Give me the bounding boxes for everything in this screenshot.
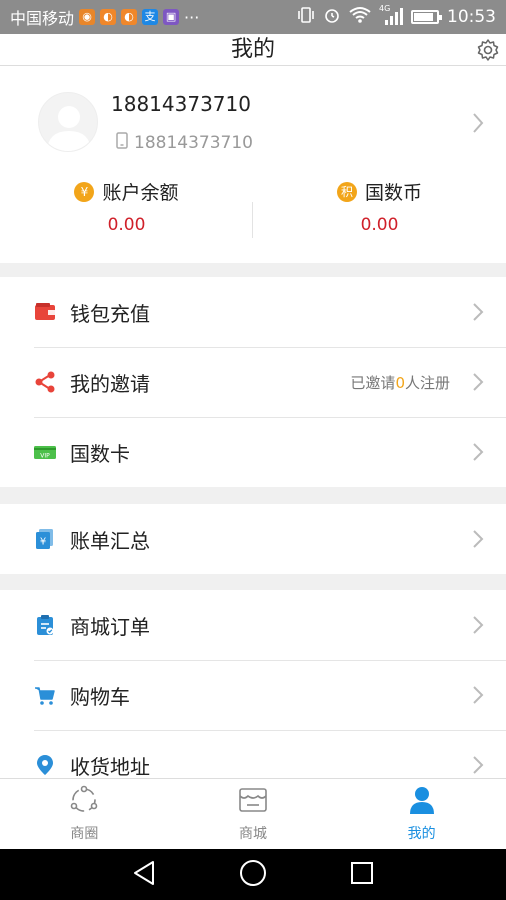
menu-item-wallet-recharge[interactable]: 钱包充值: [0, 277, 506, 347]
vibrate-icon: [297, 6, 315, 28]
user-icon: [407, 785, 437, 819]
alarm-icon: [323, 6, 341, 28]
menu-item-my-invitation[interactable]: 我的邀请 已邀请0人注册: [0, 347, 506, 417]
battery-icon: [411, 10, 442, 24]
wallet-icon: [34, 301, 56, 323]
back-icon[interactable]: [132, 860, 156, 890]
system-nav-bar: [0, 849, 506, 900]
share-icon: [34, 371, 56, 393]
menu-item-card[interactable]: VIP 国数卡: [0, 417, 506, 487]
invite-suffix: 人注册: [404, 373, 450, 392]
avatar[interactable]: [38, 92, 98, 152]
account-balance-value: 0.00: [107, 215, 146, 235]
location-pin-icon: [34, 754, 56, 776]
notification-app-icon: ◐: [100, 9, 117, 25]
svg-text:¥: ¥: [40, 537, 46, 548]
more-notifications-icon: ···: [184, 7, 200, 27]
bill-icon: ¥: [34, 528, 56, 550]
account-balance[interactable]: ¥ 账户余额 0.00: [0, 178, 253, 235]
chevron-right-icon: [472, 302, 484, 326]
tab-label: 商城: [239, 826, 267, 842]
bottom-tab-bar: 商圈 商城 我的: [0, 778, 506, 849]
coin-balance-label: 国数币: [364, 182, 422, 204]
phone-number: 18814373710: [134, 133, 253, 153]
menu-group-mall: 商城订单 购物车 收货地址: [0, 590, 506, 778]
svg-text:VIP: VIP: [40, 453, 50, 460]
wifi-icon: [349, 6, 371, 28]
mobile-phone-icon: [116, 132, 128, 154]
shopping-cart-icon: [34, 684, 56, 706]
notification-app-icon: ◐: [121, 9, 138, 25]
invite-count: 0: [395, 373, 405, 392]
menu-item-bill-summary[interactable]: ¥ 账单汇总: [0, 504, 506, 574]
invite-status: 已邀请0人注册: [350, 372, 450, 393]
menu-label: 收货地址: [70, 754, 150, 779]
status-bar: 中国移动 ◉ ◐ ◐ 支 ▣ ··· 4G 10:53: [0, 0, 506, 34]
phone-row: 18814373710: [116, 132, 253, 154]
settings-gear-icon[interactable]: [476, 38, 500, 62]
menu-item-address[interactable]: 收货地址: [0, 730, 506, 778]
menu-item-cart[interactable]: 购物车: [0, 660, 506, 730]
tab-mall[interactable]: 商城: [169, 779, 338, 849]
page-title: 我的: [230, 37, 275, 62]
chevron-right-icon: [472, 529, 484, 553]
signal-icon: 4G: [379, 4, 403, 27]
chevron-right-icon: [472, 372, 484, 396]
chevron-right-icon: [472, 755, 484, 778]
menu-label: 国数卡: [70, 441, 130, 466]
order-clipboard-icon: [34, 614, 56, 636]
chevron-right-icon: [472, 615, 484, 639]
coin-balance[interactable]: 积 国数币 0.00: [253, 178, 506, 235]
home-icon[interactable]: [239, 859, 267, 891]
tab-mine[interactable]: 我的: [337, 779, 506, 849]
notification-app-icon: ◉: [79, 9, 96, 25]
alipay-icon: 支: [142, 9, 159, 25]
clock: 10:53: [447, 7, 496, 27]
menu-group-bills: ¥ 账单汇总: [0, 504, 506, 574]
user-name[interactable]: 18814373710: [111, 92, 251, 116]
money-bag-icon: ¥: [74, 181, 95, 202]
invite-prefix: 已邀请: [350, 373, 396, 392]
coin-icon: 积: [336, 181, 357, 202]
tab-circle[interactable]: 商圈: [0, 779, 169, 849]
carrier-label: 中国移动: [10, 9, 75, 28]
top-bar: 我的: [0, 34, 506, 66]
business-circle-icon: [69, 785, 99, 819]
menu-label: 我的邀请: [70, 371, 150, 396]
recents-icon[interactable]: [350, 861, 374, 889]
menu-label: 购物车: [70, 684, 130, 709]
gallery-icon: ▣: [163, 9, 180, 25]
menu-group-wallet: 钱包充值 我的邀请 已邀请0人注册 VIP 国数卡: [0, 277, 506, 487]
account-balance-label: 账户余额: [102, 182, 179, 204]
shop-icon: [238, 785, 268, 819]
coin-balance-value: 0.00: [360, 215, 399, 235]
profile-card: 18814373710 18814373710 ¥ 账户余额 0.00 积 国数…: [0, 66, 506, 263]
menu-label: 账单汇总: [70, 528, 150, 553]
chevron-right-icon: [472, 442, 484, 466]
tab-label: 我的: [407, 826, 436, 842]
menu-item-mall-orders[interactable]: 商城订单: [0, 590, 506, 660]
tab-label: 商圈: [70, 826, 99, 842]
chevron-right-icon: [472, 685, 484, 709]
chevron-right-icon[interactable]: [472, 112, 484, 138]
menu-label: 钱包充值: [70, 301, 150, 326]
menu-label: 商城订单: [70, 614, 150, 639]
vip-card-icon: VIP: [34, 441, 56, 463]
